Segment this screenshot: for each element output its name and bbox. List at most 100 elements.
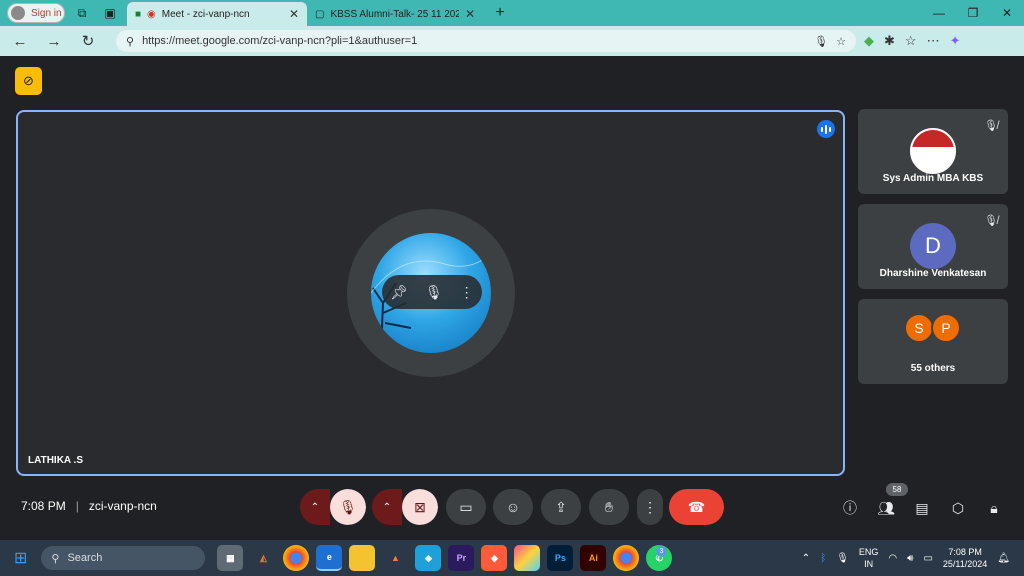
extensions-puzzle-icon[interactable]: ✱ — [884, 33, 895, 49]
speaking-indicator-icon — [817, 120, 835, 138]
region-label: IN — [864, 559, 874, 569]
search-icon: ⚲ — [51, 552, 60, 565]
present-button[interactable]: ⇪ — [541, 489, 581, 525]
app-icon[interactable]: ◈ — [415, 545, 442, 571]
document-icon: ▢ — [315, 8, 325, 20]
back-icon[interactable]: ← — [6, 33, 34, 50]
meet-favicon-icon: ■ — [135, 8, 142, 20]
video-settings-chevron-icon[interactable]: ⌃ — [372, 489, 402, 525]
close-tab-icon[interactable]: ✕ — [465, 7, 475, 21]
participant-name: Dharshine Venkatesan — [879, 268, 987, 279]
others-tile[interactable]: S P 55 others — [858, 299, 1008, 384]
meeting-time: 7:08 PM — [21, 499, 66, 513]
more-options-icon[interactable]: ⋮ — [460, 284, 474, 301]
participant-tile[interactable]: 🎙︎̸ D Dharshine Venkatesan — [858, 204, 1008, 289]
tab-title: Meet - zci-vanp-ncn — [161, 8, 250, 20]
chrome-icon[interactable] — [613, 545, 640, 571]
pin-icon[interactable]: 📌︎ — [390, 284, 408, 301]
battery-icon[interactable]: ▭ — [923, 553, 932, 564]
info-icon[interactable]: ⓘ — [840, 498, 860, 518]
avatar: P — [931, 313, 961, 343]
app-icon[interactable]: ▲ — [382, 545, 408, 571]
extension-icon[interactable]: ◆ — [864, 33, 874, 49]
site-info-icon[interactable]: ⚲ — [126, 35, 134, 48]
chat-icon[interactable]: ▤ — [912, 498, 932, 518]
activities-icon[interactable]: ⬡ — [948, 498, 968, 518]
restore-icon[interactable]: ❐ — [956, 6, 990, 20]
workspaces-icon[interactable]: ⧉ — [71, 3, 93, 23]
photos-icon[interactable] — [514, 545, 541, 571]
mic-off-button[interactable]: 🎙︎ — [330, 489, 366, 525]
volume-icon[interactable]: 🔊︎ — [907, 553, 913, 564]
taskbar-search[interactable]: ⚲ Search — [41, 546, 206, 570]
forward-icon[interactable]: → — [40, 33, 68, 50]
show-hidden-icons-icon[interactable]: ⌃ — [802, 553, 810, 564]
edge-icon[interactable]: e — [316, 545, 343, 571]
tile-hover-controls: 📌︎ 🎙︎ ⋮ — [382, 275, 482, 309]
taskbar: ⊞ ⚲ Search ▦ ◭ e ▲ ◈ Pr ◆ Ps Ai ✆ ⌃ ᛒ 🎙︎… — [0, 540, 1024, 576]
language-indicator[interactable]: ENG IN — [859, 546, 879, 570]
meeting-details: 7:08 PM | zci-vanp-ncn — [21, 499, 157, 513]
main-participant-tile[interactable]: 📌︎ 🎙︎ ⋮ LATHIKA .S — [16, 110, 845, 476]
new-tab-button[interactable]: + — [489, 3, 511, 23]
close-window-icon[interactable]: ✕ — [990, 6, 1024, 20]
address-bar: ← → ↻ ⚲ https://meet.google.com/zci-vanp… — [0, 26, 1024, 56]
raise-hand-button[interactable]: ✋︎ — [589, 489, 629, 525]
refresh-icon[interactable]: ↻ — [74, 32, 102, 50]
camera-off-icon[interactable]: ⊘ — [15, 67, 42, 95]
mic-icon[interactable]: 🎙︎ — [836, 553, 849, 564]
leave-call-button[interactable]: ☎︎ — [669, 489, 724, 525]
clock-time: 7:08 PM — [948, 547, 982, 557]
app-icon[interactable]: ◆ — [481, 545, 508, 571]
file-explorer-icon[interactable] — [349, 545, 376, 571]
mic-control: ⌃ 🎙︎ — [300, 489, 366, 525]
participant-name: Sys Admin MBA KBS — [882, 173, 984, 184]
notifications-icon[interactable]: 🔔︎ — [997, 553, 1010, 564]
meeting-code: zci-vanp-ncn — [88, 499, 157, 513]
clock[interactable]: 7:08 PM 25/11/2024 — [943, 546, 987, 570]
url-field[interactable]: ⚲ https://meet.google.com/zci-vanp-ncn?p… — [116, 30, 856, 52]
browser-tab-strip: Sign in ⧉ ▣ ■ ◉ Meet - zci-vanp-ncn ✕ ▢ … — [0, 0, 1024, 26]
close-tab-icon[interactable]: ✕ — [289, 7, 299, 21]
app-icon[interactable]: ◭ — [250, 545, 276, 571]
audio-settings-chevron-icon[interactable]: ⌃ — [300, 489, 330, 525]
profile-button[interactable]: Sign in — [7, 3, 65, 23]
favorite-star-icon[interactable]: ☆ — [836, 35, 846, 48]
avatar: D — [910, 223, 956, 269]
host-controls-icon[interactable]: 🔒︎ — [984, 498, 1004, 518]
favorites-icon[interactable]: ☆ — [905, 33, 917, 49]
tab-meet[interactable]: ■ ◉ Meet - zci-vanp-ncn ✕ — [127, 2, 307, 26]
tab-kbss[interactable]: ▢ KBSS Alumni-Talk- 25 11 2024-01 ✕ — [307, 2, 483, 26]
premiere-icon[interactable]: Pr — [448, 545, 475, 571]
participant-count-badge: 58 — [886, 483, 908, 496]
avatar — [910, 128, 956, 174]
illustrator-icon[interactable]: Ai — [580, 545, 607, 571]
chrome-icon[interactable] — [283, 545, 310, 571]
bluetooth-icon[interactable]: ᛒ — [820, 553, 826, 564]
camera-off-button[interactable]: ⊠ — [402, 489, 438, 525]
minimize-icon[interactable]: — — [922, 6, 956, 20]
windows-start-icon[interactable]: ⊞ — [14, 548, 27, 568]
participant-name: LATHIKA .S — [28, 455, 83, 466]
language-label: ENG — [858, 547, 879, 557]
mic-off-icon: 🎙︎̸ — [984, 120, 998, 132]
wifi-icon[interactable]: ◠ — [888, 553, 897, 564]
tab-actions-icon[interactable]: ▣ — [99, 3, 121, 23]
reactions-button[interactable]: ☺ — [493, 489, 533, 525]
photoshop-icon[interactable]: Ps — [547, 545, 574, 571]
mic-icon[interactable]: 🎙︎ — [425, 284, 443, 301]
participant-tile[interactable]: 🎙︎̸ Sys Admin MBA KBS — [858, 109, 1008, 194]
mic-off-icon: 🎙︎̸ — [984, 215, 998, 227]
camera-control: ⌃ ⊠ — [372, 489, 438, 525]
tab-title: KBSS Alumni-Talk- 25 11 2024-01 — [330, 8, 459, 20]
url-text: https://meet.google.com/zci-vanp-ncn?pli… — [142, 35, 418, 47]
recording-icon: ◉ — [147, 8, 156, 20]
task-view-icon[interactable]: ▦ — [217, 545, 244, 571]
more-menu-icon[interactable]: ⋯ — [927, 33, 940, 49]
avatar: S — [904, 313, 934, 343]
more-options-button[interactable]: ⋮ — [637, 489, 663, 525]
captions-button[interactable]: ▭ — [446, 489, 486, 525]
mic-icon[interactable]: 🎙 — [814, 35, 828, 48]
copilot-icon[interactable]: ✦ — [950, 33, 961, 49]
people-icon[interactable]: 👥︎ — [876, 498, 896, 518]
